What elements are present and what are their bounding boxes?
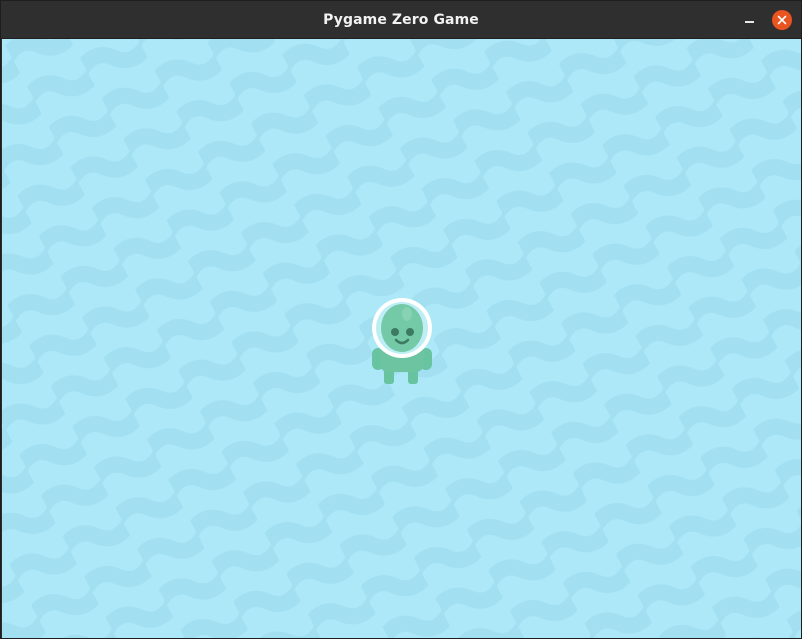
game-canvas[interactable] [2,39,801,638]
app-window: Pygame Zero Game [0,0,802,639]
minimize-icon [744,21,754,23]
title-bar[interactable]: Pygame Zero Game [1,1,801,39]
alien-sprite [372,298,432,384]
minimize-button[interactable] [738,9,760,31]
alien-head [381,304,423,352]
alien-head-shine [402,307,412,321]
close-button[interactable] [772,10,792,30]
close-icon [777,15,787,25]
alien-left-eye [391,328,399,336]
alien-right-eye [406,328,414,336]
window-title: Pygame Zero Game [323,12,479,28]
